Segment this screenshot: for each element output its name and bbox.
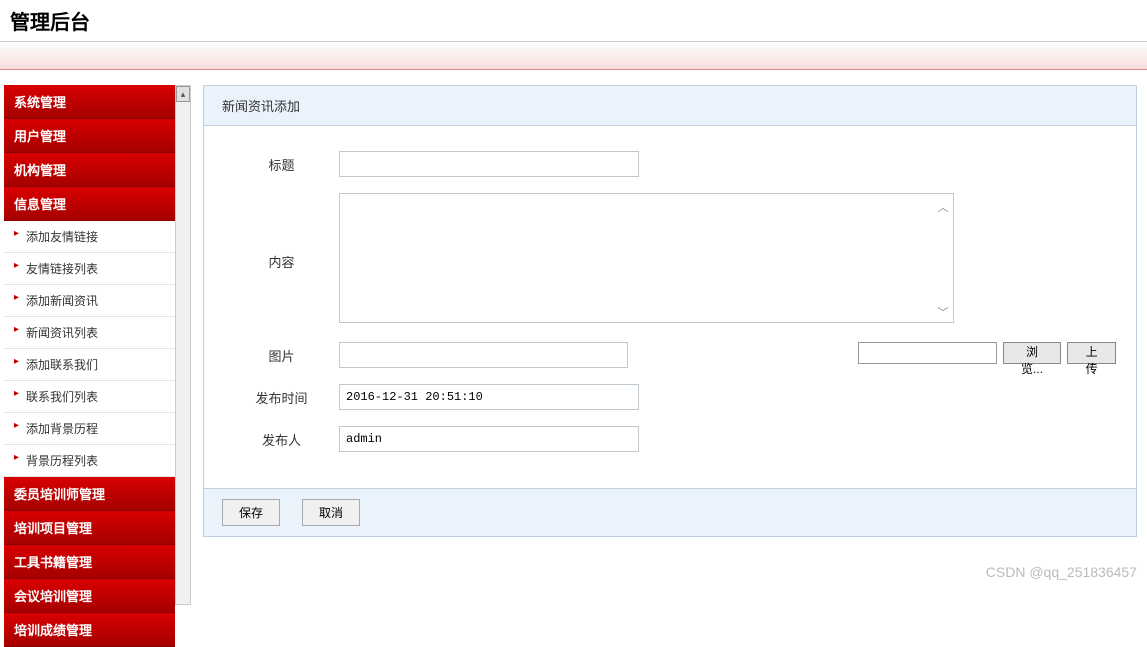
menu-parent-15[interactable]: 会议培训管理 bbox=[4, 579, 175, 613]
input-image-path[interactable] bbox=[339, 342, 628, 368]
menu-parent-2[interactable]: 机构管理 bbox=[4, 153, 175, 187]
menu-child-11[interactable]: 背景历程列表 bbox=[4, 445, 175, 477]
row-image: 图片 浏览... 上传 bbox=[224, 342, 1116, 368]
label-image: 图片 bbox=[224, 342, 339, 365]
menu-parent-14[interactable]: 工具书籍管理 bbox=[4, 545, 175, 579]
menu-parent-12[interactable]: 委员培训师管理 bbox=[4, 477, 175, 511]
label-publish-time: 发布时间 bbox=[224, 384, 339, 407]
menu-child-5[interactable]: 友情链接列表 bbox=[4, 253, 175, 285]
menu-parent-13[interactable]: 培训项目管理 bbox=[4, 511, 175, 545]
label-content: 内容 bbox=[224, 248, 339, 271]
menu-parent-3[interactable]: 信息管理 bbox=[4, 187, 175, 221]
menu-parent-0[interactable]: 系统管理 bbox=[4, 85, 175, 119]
menu-child-9[interactable]: 联系我们列表 bbox=[4, 381, 175, 413]
panel-body: 标题 内容 ︿ ﹀ 图片 bbox=[204, 126, 1136, 488]
watermark-text: CSDN @qq_251836457 bbox=[986, 564, 1137, 580]
main-content: 新闻资讯添加 标题 内容 ︿ ﹀ bbox=[203, 85, 1137, 596]
header-gradient bbox=[0, 42, 1147, 70]
save-button[interactable]: 保存 bbox=[222, 499, 280, 526]
input-content[interactable] bbox=[339, 193, 954, 323]
input-publish-time[interactable] bbox=[339, 384, 639, 410]
row-publisher: 发布人 bbox=[224, 426, 1116, 452]
row-content: 内容 ︿ ﹀ bbox=[224, 193, 1116, 326]
file-select-box[interactable] bbox=[858, 342, 997, 364]
input-publisher[interactable] bbox=[339, 426, 639, 452]
sidebar-scrollbar[interactable]: ▴ bbox=[175, 85, 191, 605]
cancel-button[interactable]: 取消 bbox=[302, 499, 360, 526]
menu-child-8[interactable]: 添加联系我们 bbox=[4, 349, 175, 381]
scroll-up-icon[interactable]: ▴ bbox=[176, 86, 190, 102]
label-publisher: 发布人 bbox=[224, 426, 339, 449]
textarea-scroll-down-icon[interactable]: ﹀ bbox=[936, 304, 950, 320]
action-bar: 保存 取消 bbox=[204, 488, 1136, 536]
row-title: 标题 bbox=[224, 151, 1116, 177]
page-header: 管理后台 bbox=[0, 0, 1147, 42]
menu-child-4[interactable]: 添加友情链接 bbox=[4, 221, 175, 253]
menu-parent-1[interactable]: 用户管理 bbox=[4, 119, 175, 153]
menu-parent-16[interactable]: 培训成绩管理 bbox=[4, 613, 175, 647]
upload-button[interactable]: 上传 bbox=[1067, 342, 1116, 364]
sidebar-nav: 系统管理用户管理机构管理信息管理添加友情链接友情链接列表添加新闻资讯新闻资讯列表… bbox=[0, 70, 175, 596]
input-title[interactable] bbox=[339, 151, 639, 177]
main-container: 系统管理用户管理机构管理信息管理添加友情链接友情链接列表添加新闻资讯新闻资讯列表… bbox=[0, 70, 1147, 596]
label-title: 标题 bbox=[224, 151, 339, 174]
panel-title: 新闻资讯添加 bbox=[204, 86, 1136, 126]
menu-child-6[interactable]: 添加新闻资讯 bbox=[4, 285, 175, 317]
page-title: 管理后台 bbox=[10, 6, 1137, 35]
menu-child-7[interactable]: 新闻资讯列表 bbox=[4, 317, 175, 349]
browse-button[interactable]: 浏览... bbox=[1003, 342, 1061, 364]
menu-child-10[interactable]: 添加背景历程 bbox=[4, 413, 175, 445]
textarea-scroll-up-icon[interactable]: ︿ bbox=[936, 199, 950, 215]
row-publish-time: 发布时间 bbox=[224, 384, 1116, 410]
form-panel: 新闻资讯添加 标题 内容 ︿ ﹀ bbox=[203, 85, 1137, 537]
